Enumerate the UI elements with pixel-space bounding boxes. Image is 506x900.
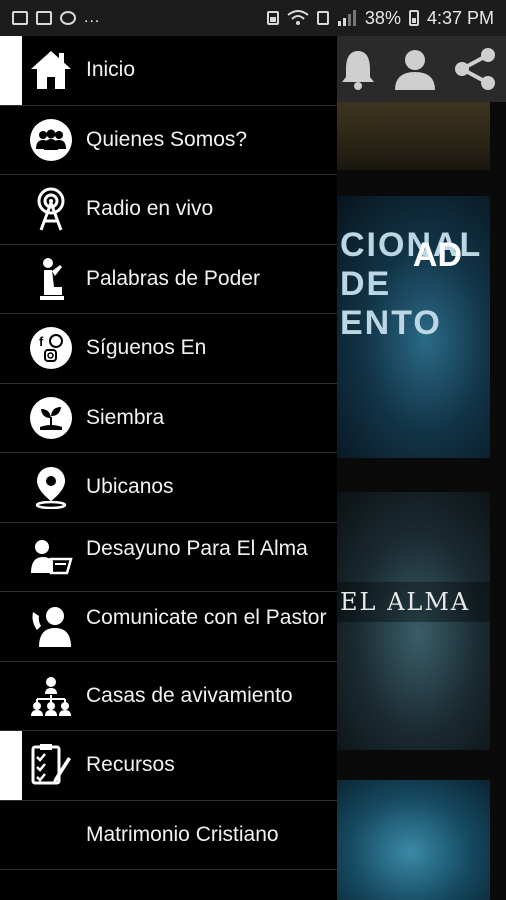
network-icon [29,674,73,718]
flag-notification-icon [36,11,52,25]
menu-item-partial[interactable] [0,870,337,900]
profile-icon[interactable] [392,46,438,92]
whatsapp-notification-icon [60,11,76,25]
menu-item-label: Desayuno Para El Alma [86,536,308,560]
sim-icon [266,11,279,25]
more-notifications: ... [84,9,101,26]
menu-item-label: Casas de avivamiento [86,683,293,707]
svg-text:f: f [39,334,44,349]
content-card[interactable]: EL ALMA [330,492,490,750]
menu-item-label: Siembra [86,405,165,429]
selection-indicator [0,731,22,800]
menu-item-label: Radio en vivo [86,197,214,221]
content-card[interactable]: CIONAL DE ENTO AD [330,196,490,458]
group-icon [29,118,73,162]
menu-item-label: Recursos [86,753,175,777]
menu-item-recursos[interactable]: Recursos [0,731,337,801]
navigation-drawer: Inicio Quienes Somos? Radio en vivo Pala… [0,36,337,900]
bell-icon[interactable] [338,47,378,91]
menu-item-label: Palabras de Poder [86,266,260,290]
menu-item-label: Síguenos En [86,336,207,360]
menu-item-radio-en-vivo[interactable]: Radio en vivo [0,175,337,245]
clock: 4:37 PM [426,7,494,28]
menu-item-quienes-somos[interactable]: Quienes Somos? [0,106,337,175]
card-caption: EL ALMA [330,582,490,622]
social-icon: f [29,326,73,370]
menu-item-casas-de-avivamiento[interactable]: Casas de avivamiento [0,662,337,731]
checklist-icon [29,743,73,787]
menu-item-siguenos-en[interactable]: f Síguenos En [0,314,337,384]
menu-item-label: Quienes Somos? [86,127,248,151]
menu-item-label: Inicio [86,58,136,82]
radio-tower-icon [29,187,73,231]
status-bar: ... 38% 4:37 PM [0,0,506,36]
data-icon [316,11,329,25]
home-icon [29,48,73,92]
status-system: 38% 4:37 PM [266,7,494,29]
location-pin-icon [29,465,73,510]
praying-icon [29,257,73,301]
sprout-icon [29,396,73,440]
menu-item-label: Comunicate con el Pastor [86,606,327,629]
reader-icon [29,535,73,579]
wifi-icon [287,10,309,25]
battery-percent: 38% [364,7,401,28]
content-card[interactable] [330,780,490,900]
battery-icon [408,10,419,26]
status-notifications: ... [12,9,100,27]
menu-item-palabras-de-poder[interactable]: Palabras de Poder [0,245,337,314]
menu-item-label: Ubicanos [86,475,174,499]
menu-item-siembra[interactable]: Siembra [0,384,337,453]
gallery-notification-icon [12,11,28,25]
card-logo: AD [412,236,462,274]
menu-item-ubicanos[interactable]: Ubicanos [0,453,337,523]
menu-item-matrimonio-cristiano[interactable]: Matrimonio Cristiano [0,801,337,870]
menu-item-label: Matrimonio Cristiano [86,822,279,846]
phone-person-icon [29,604,73,648]
menu-item-desayuno-para-el-alma[interactable]: Desayuno Para El Alma [0,523,337,592]
selection-indicator [0,36,22,105]
share-icon[interactable] [452,46,498,92]
content-card[interactable] [330,102,490,170]
menu-item-inicio[interactable]: Inicio [0,36,337,106]
menu-item-comunicate-con-el-pastor[interactable]: Comunicate con el Pastor [0,592,337,662]
signal-icon [337,10,356,26]
